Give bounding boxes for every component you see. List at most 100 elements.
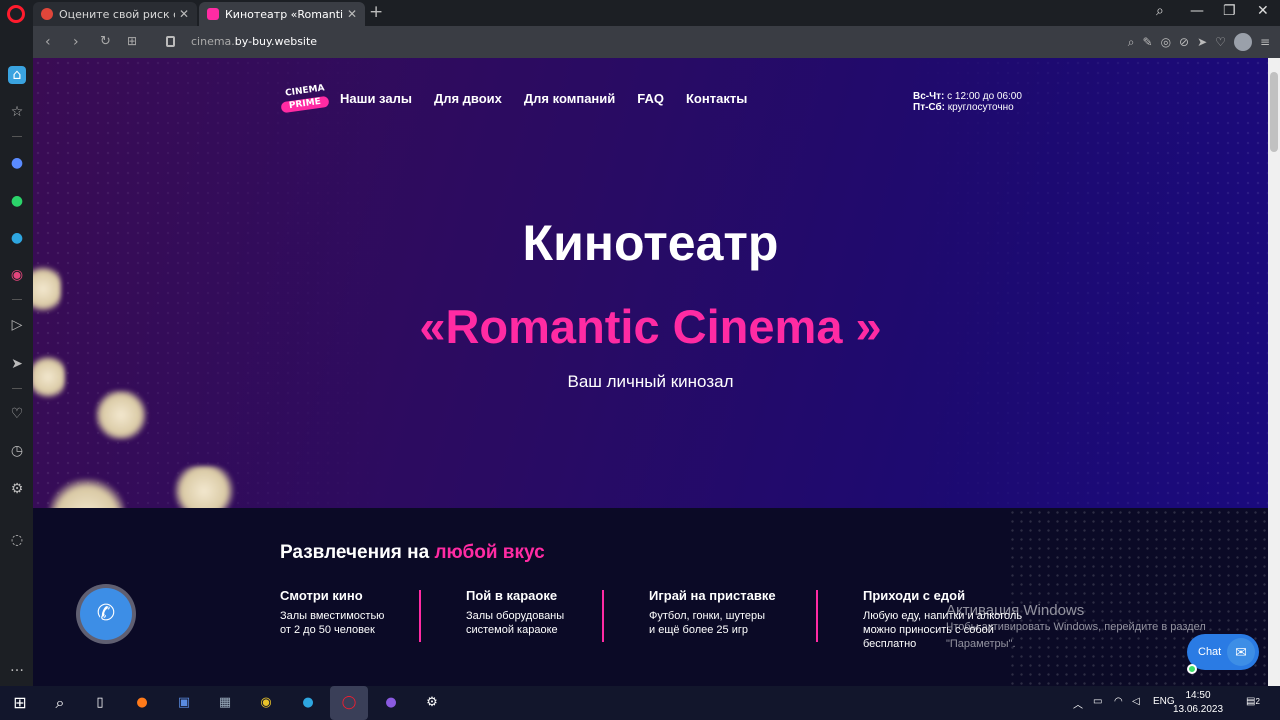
scrollbar-thumb[interactable] — [1270, 72, 1278, 152]
chat-widget-button[interactable]: Chat ✉ — [1187, 634, 1259, 674]
windows-taskbar: ⊞ ⌕ ▯ ● ▣ ▦ ◉ ● ◯ ● ⚙ ︿ ▭ ◠ ◁ ENG 14:50 … — [0, 686, 1280, 720]
feature-title: Играй на приставке — [649, 588, 776, 603]
hours-time: с 12:00 до 06:00 — [944, 91, 1022, 102]
hero-tagline: Ваш личный кинозал — [567, 372, 734, 391]
web-page: CINEMA PRIME Наши залы Для двоих Для ком… — [33, 58, 1268, 686]
feature-desc: Футбол, гонки, шутеры и ещё более 25 игр — [649, 610, 766, 636]
feature-title: Смотри кино — [280, 588, 363, 603]
main-nav: Наши залы Для двоих Для компаний FAQ Кон… — [340, 91, 747, 106]
chat-label: Chat — [1198, 646, 1222, 658]
heart-icon[interactable]: ♡ — [1215, 35, 1226, 49]
feature-title: Приходи с едой — [863, 588, 966, 603]
feature-divider — [419, 590, 421, 642]
cinema-prime-logo[interactable]: CINEMA PRIME — [280, 83, 330, 116]
tab-search-icon[interactable]: ⌕ — [1156, 3, 1164, 19]
telegram-icon[interactable]: ● — [297, 692, 319, 714]
feature-console: Играй на приставке Футбол, гонки, шутеры… — [649, 588, 789, 637]
chrome-icon[interactable]: ◉ — [255, 692, 277, 714]
hero-title: Кинотеатр — [522, 215, 779, 271]
features-section: Развлечения на любой вкус Смотри кино За… — [33, 508, 1268, 686]
lock-icon[interactable] — [166, 36, 175, 47]
minimize-button[interactable]: — — [1190, 3, 1204, 19]
sidebar-divider — [12, 388, 22, 389]
nav-halls[interactable]: Наши залы — [340, 91, 412, 106]
hero-subtitle: «Romantic Cinema » — [419, 300, 882, 353]
new-tab-button[interactable]: + — [369, 2, 383, 22]
feature-movies: Смотри кино Залы вместимостью от 2 до 50… — [280, 588, 420, 637]
messenger-icon[interactable]: ● — [8, 154, 26, 172]
reload-button[interactable]: ↻ — [100, 34, 111, 49]
whatsapp-icon[interactable]: ● — [8, 192, 26, 210]
nav-for-companies[interactable]: Для компаний — [524, 91, 615, 106]
search-icon[interactable]: ⌕ — [1128, 35, 1135, 50]
send-icon[interactable]: ➤ — [8, 355, 26, 373]
instagram-icon[interactable]: ◉ — [8, 266, 26, 284]
back-button[interactable]: ‹ — [45, 34, 51, 50]
browser-tab-bar: O Оцените свой риск стать ж ✕ Кинотеатр … — [0, 0, 1280, 26]
block-icon[interactable]: ⊘ — [1179, 35, 1189, 49]
tabs-grid-icon[interactable]: ⊞ — [127, 34, 137, 48]
section-title-pink: любой вкус — [434, 542, 545, 563]
star-icon[interactable]: ☆ — [8, 103, 26, 121]
profile-avatar[interactable] — [1233, 33, 1252, 51]
nav-for-two[interactable]: Для двоих — [434, 91, 502, 106]
opera-menu-icon[interactable]: O — [7, 5, 25, 23]
section-title: Развлечения на любой вкус — [280, 542, 545, 564]
home-icon[interactable]: ⌂ — [8, 66, 26, 84]
firefox-icon[interactable]: ● — [131, 692, 153, 714]
close-window-button[interactable]: ✕ — [1257, 3, 1269, 19]
lightbulb-icon[interactable]: ◌ — [8, 531, 26, 549]
phone-icon: ✆ — [96, 601, 116, 626]
save-app-icon[interactable]: ▣ — [173, 692, 195, 714]
feature-title: Пой в караоке — [466, 588, 558, 603]
tab-risk-test[interactable]: Оцените свой риск стать ж ✕ — [33, 2, 197, 26]
page-scrollbar[interactable] — [1268, 58, 1280, 686]
chat-bubble-icon: ✉ — [1227, 638, 1255, 666]
feature-karaoke: Пой в караоке Залы оборудованы системой … — [466, 588, 606, 637]
app-icon[interactable]: ● — [380, 692, 402, 714]
gear-icon[interactable]: ⚙ — [8, 480, 26, 498]
hours-days: Вс-Чт: — [913, 91, 945, 102]
opera-sidebar: ⌂ ☆ ● ● ● ◉ ▷ ➤ ♡ ◷ ⚙ ◌ … — [0, 26, 33, 686]
system-clock[interactable]: 14:50 13.06.2023 — [1172, 689, 1224, 717]
tray-chevron-icon[interactable]: ︿ — [1073, 696, 1083, 711]
camera-icon[interactable]: ◎ — [1161, 35, 1171, 49]
tab-title: Оцените свой риск стать ж — [59, 7, 175, 21]
url-field[interactable]: cinema.by-buy.website — [191, 35, 317, 48]
wifi-icon[interactable]: ◠ — [1114, 696, 1123, 707]
more-icon[interactable]: … — [8, 658, 26, 676]
nav-faq[interactable]: FAQ — [637, 91, 664, 106]
tab-romantic-cinema[interactable]: Кинотеатр «Romantic Cine ✕ — [199, 2, 365, 26]
edit-icon[interactable]: ✎ — [1143, 35, 1153, 49]
call-button[interactable]: ✆ — [80, 588, 132, 640]
volume-icon[interactable]: ◁ — [1132, 696, 1140, 707]
send-icon[interactable]: ➤ — [1197, 35, 1207, 49]
clock-time: 14:50 — [1185, 690, 1211, 701]
sidebar-divider — [12, 299, 22, 300]
history-icon[interactable]: ◷ — [8, 442, 26, 460]
opening-hours: Вс-Чт: с 12:00 до 06:00 Пт-Сб: круглосут… — [913, 91, 1022, 113]
feature-desc: Залы оборудованы системой караоке — [466, 610, 565, 636]
calculator-icon[interactable]: ▦ — [214, 692, 236, 714]
notification-center-icon[interactable]: ▤2 — [1246, 696, 1260, 707]
forward-button[interactable]: › — [73, 34, 79, 50]
windows-start-icon[interactable]: ⊞ — [9, 692, 31, 714]
close-tab-icon[interactable]: ✕ — [347, 7, 357, 21]
battery-icon[interactable]: ▭ — [1093, 696, 1102, 707]
settings-sliders-icon[interactable]: ≡ — [1260, 35, 1270, 49]
sidebar-divider — [12, 136, 22, 137]
opera-taskbar-icon[interactable]: ◯ — [330, 686, 368, 720]
clock-date: 13.06.2023 — [1172, 704, 1224, 715]
task-view-icon[interactable]: ▯ — [89, 692, 111, 714]
tab-favicon-icon — [41, 8, 53, 20]
nav-contacts[interactable]: Контакты — [686, 91, 747, 106]
player-icon[interactable]: ▷ — [8, 316, 26, 334]
restore-button[interactable]: ❐ — [1223, 3, 1236, 19]
heart-icon[interactable]: ♡ — [8, 405, 26, 423]
feature-divider — [816, 590, 818, 642]
search-icon[interactable]: ⌕ — [49, 692, 71, 714]
settings-gear-icon[interactable]: ⚙ — [421, 692, 443, 714]
close-tab-icon[interactable]: ✕ — [179, 7, 189, 21]
telegram-icon[interactable]: ● — [8, 229, 26, 247]
popcorn-image — [95, 390, 147, 440]
